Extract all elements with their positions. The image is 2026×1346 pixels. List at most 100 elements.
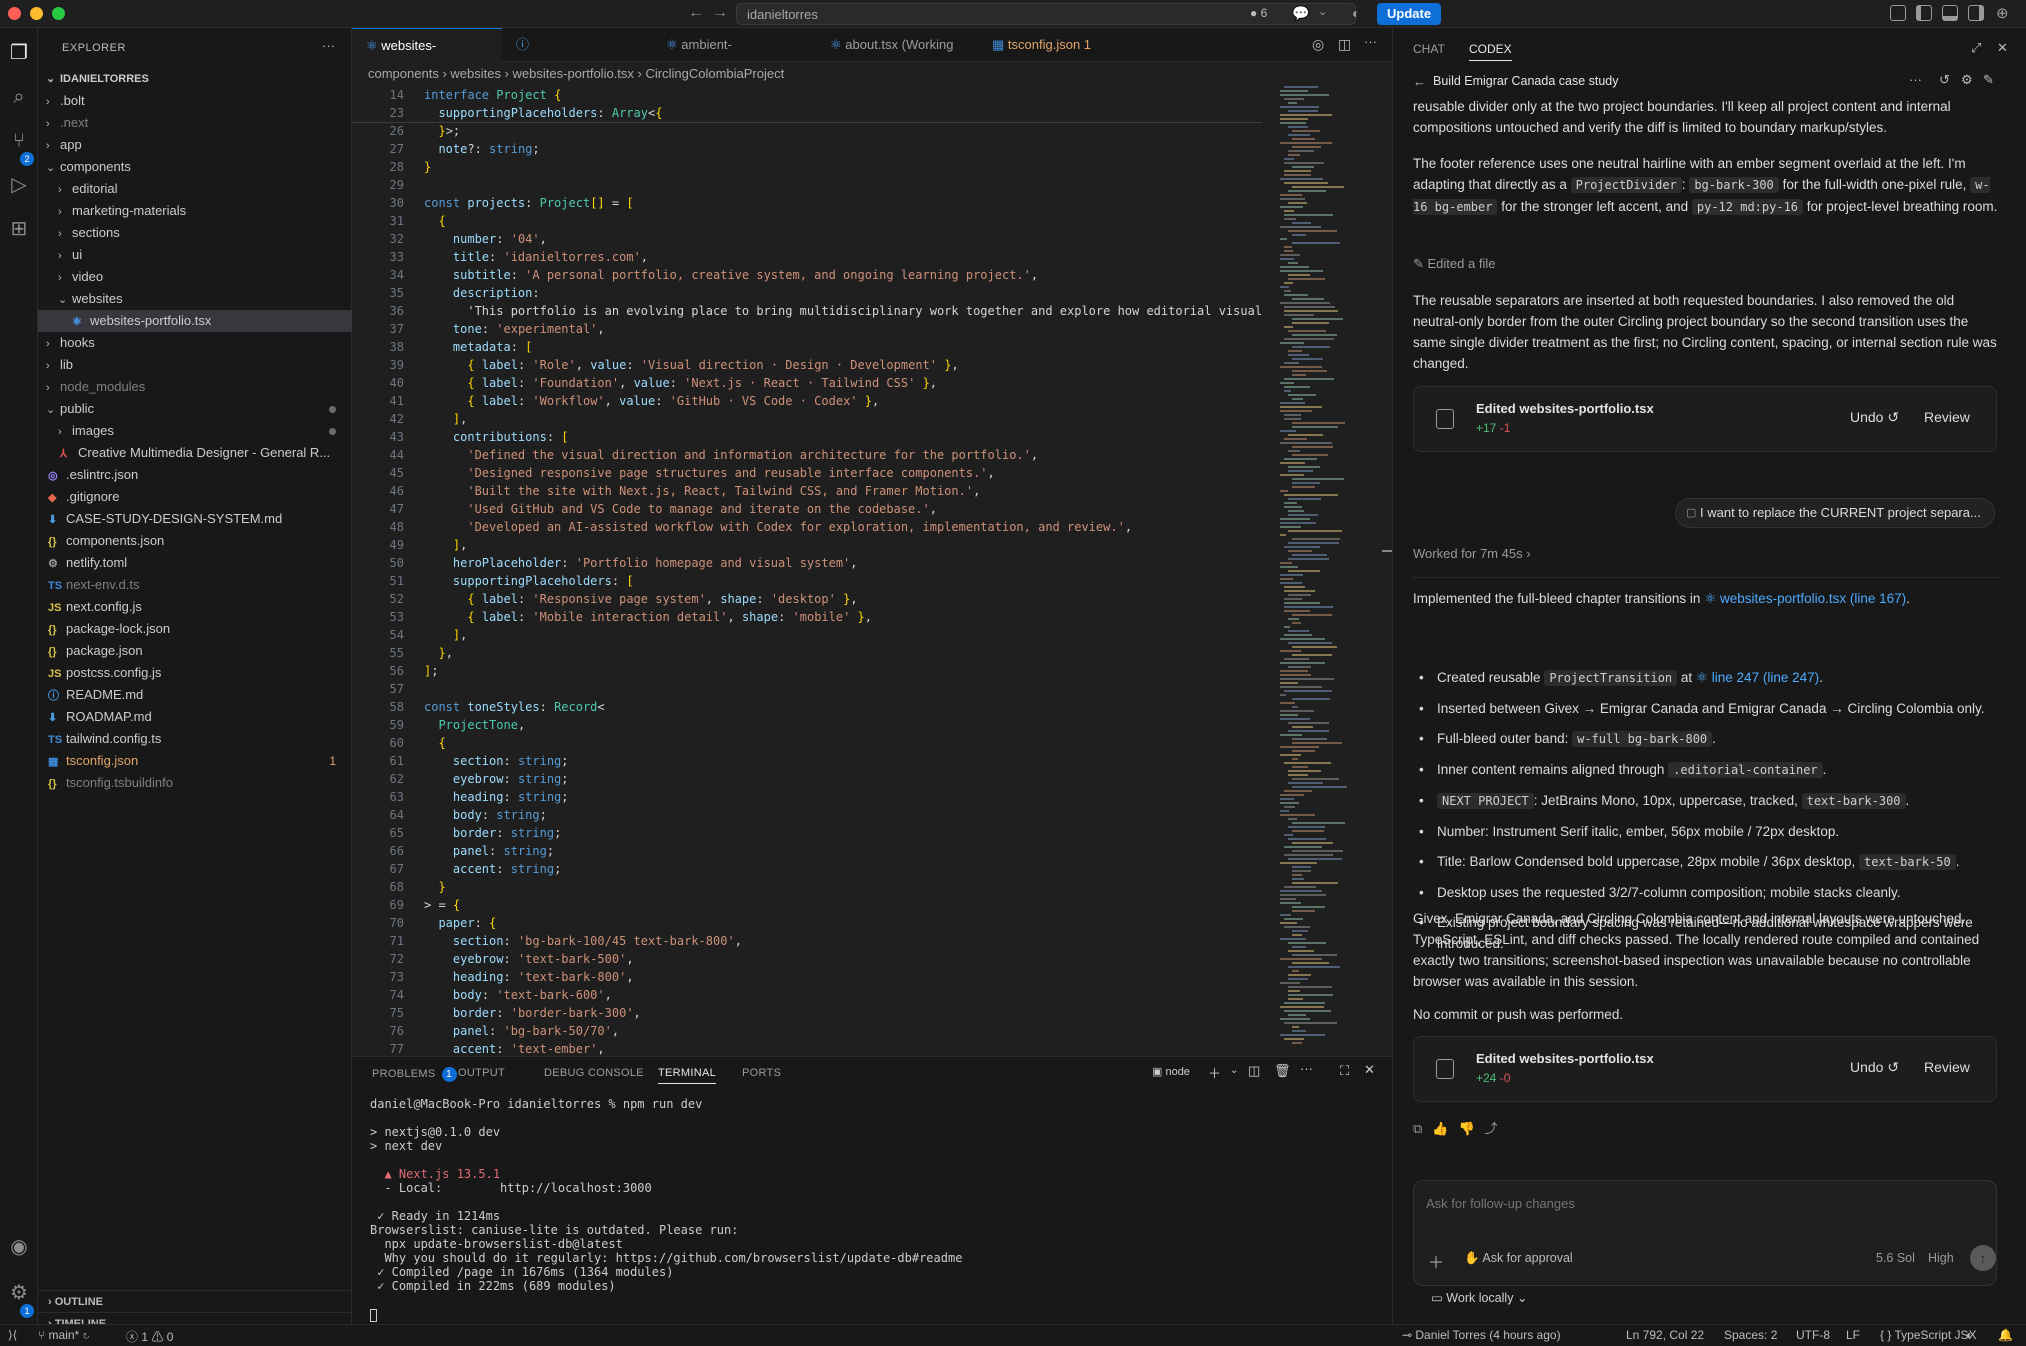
editor-tab[interactable]: ⚛ websites-portfolio.tsx ✕ <box>352 28 502 87</box>
follow-up-input[interactable] <box>1426 1193 1966 1213</box>
tree-item[interactable]: ⚙ netlify.toml <box>38 552 352 574</box>
tree-item[interactable]: ⌄ public <box>38 398 352 420</box>
editor-tab[interactable]: ▦ tsconfig.json 1 <box>978 28 1146 62</box>
more-actions-icon[interactable]: ··· <box>322 38 335 53</box>
chevron-down-icon[interactable]: ⌄ <box>1230 1065 1238 1076</box>
scrollbar-thumb[interactable] <box>1382 550 1392 552</box>
back-arrow-icon[interactable]: ← <box>688 4 704 22</box>
file-link[interactable]: ⚛ websites-portfolio.tsx (line 167) <box>1704 591 1906 606</box>
panel-tab[interactable]: OUTPUT <box>458 1067 505 1079</box>
tree-item[interactable]: ◎ .eslintrc.json <box>38 464 352 486</box>
run-debug-icon[interactable]: ▷ <box>8 174 30 196</box>
tree-item[interactable]: ⅄ Creative Multimedia Designer - General … <box>38 442 352 464</box>
workspace-root[interactable]: ⌄ IDANIELTORRES <box>38 68 352 90</box>
update-button[interactable]: Update <box>1377 3 1442 25</box>
language-mode[interactable]: { } TypeScript JSX <box>1880 1328 1977 1342</box>
encoding[interactable]: UTF-8 <box>1796 1328 1830 1342</box>
model-selector[interactable]: 5.6 Sol <box>1876 1251 1915 1265</box>
tree-item[interactable]: ⚛ websites-portfolio.tsx <box>38 310 352 332</box>
panel-tab[interactable]: PROBLEMS 1 <box>372 1067 457 1082</box>
tree-item[interactable]: {} tsconfig.tsbuildinfo <box>38 772 352 794</box>
thumbs-down-icon[interactable]: 👎 <box>1458 1121 1484 1136</box>
minimap[interactable] <box>1270 86 1390 1056</box>
tree-item[interactable]: ⌄ websites <box>38 288 352 310</box>
work-location-selector[interactable]: ▭ Work locally ⌄ <box>1431 1290 1527 1305</box>
problems-indicator[interactable]: ⓧ 1 ⚠ 0 <box>126 1328 173 1345</box>
breadcrumb-item[interactable]: websites-portfolio.tsx <box>513 66 634 81</box>
extensions-icon[interactable]: ⊞ <box>8 218 30 240</box>
tree-item[interactable]: › .next <box>38 112 352 134</box>
back-arrow-icon[interactable]: ← <box>1413 74 1426 89</box>
breadcrumb-item[interactable]: CirclingColombiaProject <box>645 66 784 81</box>
undo-button[interactable]: Undo ↺ <box>1850 409 1899 426</box>
notifications-bell-icon[interactable]: 🔔 <box>1998 1328 2013 1342</box>
close-panel-icon[interactable]: ✕ <box>1364 1062 1375 1078</box>
tree-item[interactable]: TS next-env.d.ts <box>38 574 352 596</box>
tree-item[interactable]: {} package.json <box>38 640 352 662</box>
share-icon[interactable]: ⤴ <box>1485 1121 1508 1136</box>
undo-button[interactable]: Undo ↺ <box>1850 1059 1899 1076</box>
worked-duration[interactable]: Worked for 7m 45s › <box>1413 546 1531 561</box>
tree-item[interactable]: › video <box>38 266 352 288</box>
copy-icon[interactable]: ⧉ <box>1413 1121 1432 1136</box>
end-of-line[interactable]: LF <box>1846 1328 1860 1342</box>
tree-item[interactable]: › lib <box>38 354 352 376</box>
thumbs-up-icon[interactable]: 👍 <box>1432 1121 1458 1136</box>
add-attachment-icon[interactable]: ＋ <box>1428 1249 1444 1273</box>
remote-icon[interactable]: ⟩⟨ <box>8 1328 17 1342</box>
breadcrumb-item[interactable]: websites <box>450 66 501 81</box>
effort-selector[interactable]: High <box>1928 1251 1954 1265</box>
terminal-shell-selector[interactable]: ▣ node <box>1152 1065 1190 1078</box>
tab-chat[interactable]: CHAT <box>1413 42 1445 56</box>
user-message[interactable]: ▢ I want to replace the CURRENT project … <box>1675 498 1995 528</box>
terminal-output[interactable]: daniel@MacBook-Pro idanieltorres % npm r… <box>370 1097 1370 1293</box>
breadcrumb-item[interactable]: components <box>368 66 439 81</box>
globe-icon[interactable]: ⊕ <box>1996 4 2009 22</box>
maximize-window-button[interactable] <box>52 7 65 20</box>
more-actions-icon[interactable]: ··· <box>1300 1061 1313 1076</box>
tree-item[interactable]: ⬇ CASE-STUDY-DESIGN-SYSTEM.md <box>38 508 352 530</box>
split-editor-icon[interactable]: ◫ <box>1338 36 1351 53</box>
new-terminal-icon[interactable]: ＋ <box>1208 1063 1221 1082</box>
tree-item[interactable]: › node_modules <box>38 376 352 398</box>
chat-bubble-icon[interactable]: 💬 <box>1292 5 1309 22</box>
copilot-icon[interactable]: ◎ <box>1312 36 1324 53</box>
chevron-down-icon[interactable]: ⌄ <box>1318 5 1327 18</box>
expand-icon[interactable]: ⤢ <box>1971 40 1981 56</box>
close-icon[interactable]: ✕ <box>1997 40 2008 56</box>
search-icon[interactable]: ⌕ <box>8 86 30 108</box>
explorer-files-icon[interactable]: ❐ <box>8 42 30 64</box>
panel-tab[interactable]: DEBUG CONSOLE <box>544 1067 644 1079</box>
tree-item[interactable]: JS postcss.config.js <box>38 662 352 684</box>
toggle-panel-icon[interactable] <box>1942 5 1958 21</box>
approval-mode-selector[interactable]: ✋ Ask for approval <box>1464 1251 1573 1266</box>
source-control-icon[interactable]: ⑂ <box>8 130 30 152</box>
more-actions-icon[interactable]: ··· <box>1364 34 1377 49</box>
review-button[interactable]: Review <box>1924 1059 1970 1075</box>
history-icon[interactable]: ↺ <box>1939 72 1950 88</box>
send-button[interactable]: ↑ <box>1970 1245 1996 1271</box>
tree-item[interactable]: ⓘ README.md <box>38 684 352 706</box>
copilot-icon[interactable]: ◐ <box>1352 5 1360 21</box>
tree-item[interactable]: TS tailwind.config.ts <box>38 728 352 750</box>
file-link[interactable]: line 247 (line 247) <box>1712 670 1819 685</box>
new-chat-icon[interactable]: ✎ <box>1983 72 1994 88</box>
tree-item[interactable]: ▦ tsconfig.json 1 <box>38 750 352 772</box>
code-editor[interactable]: 14 23 26 27 28 29 30 31 32 33 34 35 36 37 38 39 40 41 42 43… <box>352 86 1392 1056</box>
indentation[interactable]: Spaces: 2 <box>1724 1328 1777 1342</box>
tree-item[interactable]: › images <box>38 420 352 442</box>
code-content[interactable]: interface Project { supportingPlaceholde… <box>424 86 1324 1056</box>
settings-gear-icon[interactable]: ⚙ <box>1961 72 1973 88</box>
tab-codex[interactable]: CODEX <box>1469 42 1512 61</box>
tree-item[interactable]: › marketing-materials <box>38 200 352 222</box>
branch-indicator[interactable]: ⑂ main* ↻ <box>38 1328 90 1342</box>
panel-tab[interactable]: TERMINAL <box>658 1067 717 1084</box>
close-window-button[interactable] <box>8 7 21 20</box>
editor-tab[interactable]: ⚛ about.tsx (Working Tree) <box>816 28 978 86</box>
settings-gear-icon[interactable]: ⚙ <box>8 1282 30 1304</box>
toggle-primary-sidebar-icon[interactable] <box>1916 5 1932 21</box>
tree-item[interactable]: ⌄ components <box>38 156 352 178</box>
split-terminal-icon[interactable]: ◫ <box>1248 1063 1260 1079</box>
outline-section[interactable]: › OUTLINE <box>38 1290 352 1312</box>
tree-item[interactable]: ⬇ ROADMAP.md <box>38 706 352 728</box>
